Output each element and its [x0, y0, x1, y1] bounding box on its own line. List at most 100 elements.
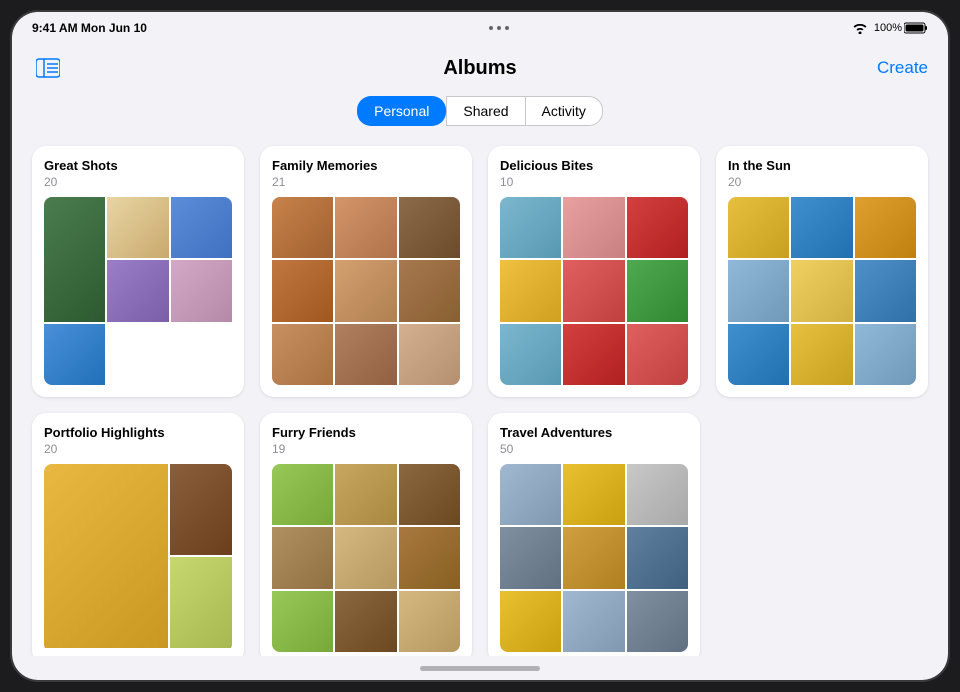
tab-shared[interactable]: Shared: [446, 96, 525, 126]
photo-cell: [627, 324, 688, 385]
main-content: Albums Create Personal Shared Activity G…: [12, 44, 948, 656]
header: Albums Create: [32, 44, 928, 96]
photo-cell: [171, 260, 232, 321]
photo-cell: [44, 324, 105, 385]
dot-3: [505, 26, 509, 30]
album-furry-friends[interactable]: Furry Friends 19: [260, 413, 472, 656]
album-title: Delicious Bites: [500, 158, 688, 173]
create-button[interactable]: Create: [877, 58, 928, 78]
photo-grid: [44, 197, 232, 385]
page-title: Albums: [443, 57, 516, 80]
albums-grid: Great Shots 20 Family Memories 21: [32, 146, 928, 656]
photo-cell: [171, 197, 232, 258]
home-indicator: [12, 656, 948, 680]
dot-2: [497, 26, 501, 30]
album-travel-adventures[interactable]: Travel Adventures 50: [488, 413, 700, 656]
album-count: 20: [44, 442, 232, 456]
sidebar-toggle-button[interactable]: [32, 52, 64, 84]
photo-cell: [500, 527, 561, 588]
photo-cell: [272, 464, 333, 525]
photo-cell: [627, 591, 688, 652]
tab-activity[interactable]: Activity: [526, 96, 603, 126]
ipad-frame: 9:41 AM Mon Jun 10 100%: [10, 10, 950, 682]
status-right: 100%: [852, 22, 928, 34]
photo-cell: [272, 324, 333, 385]
photo-cell: [335, 324, 396, 385]
status-center: [489, 26, 509, 30]
photo-cell: [855, 324, 916, 385]
album-count: 20: [728, 175, 916, 189]
photo-cell: [399, 197, 460, 258]
photo-grid: [272, 197, 460, 385]
album-count: 50: [500, 442, 688, 456]
album-title: Great Shots: [44, 158, 232, 173]
photo-cell: [272, 260, 333, 321]
photo-cell: [627, 260, 688, 321]
photo-cell: [627, 527, 688, 588]
photo-cell: [728, 197, 789, 258]
photo-grid: [272, 464, 460, 652]
tab-personal[interactable]: Personal: [357, 96, 446, 126]
album-count: 19: [272, 442, 460, 456]
photo-cell: [399, 464, 460, 525]
photo-cell: [627, 464, 688, 525]
album-count: 10: [500, 175, 688, 189]
photo-cell: [728, 324, 789, 385]
photo-cell: [500, 197, 561, 258]
tab-bar: Personal Shared Activity: [32, 96, 928, 126]
battery-icon: 100%: [874, 22, 928, 34]
photo-cell: [500, 464, 561, 525]
photo-cell: [107, 197, 168, 258]
album-portfolio-highlights[interactable]: Portfolio Highlights 20: [32, 413, 244, 656]
album-title: Family Memories: [272, 158, 460, 173]
photo-cell: [563, 464, 624, 525]
album-great-shots[interactable]: Great Shots 20: [32, 146, 244, 397]
album-count: 21: [272, 175, 460, 189]
album-title: In the Sun: [728, 158, 916, 173]
photo-cell: [399, 591, 460, 652]
album-delicious-bites[interactable]: Delicious Bites 10: [488, 146, 700, 397]
photo-cell: [272, 197, 333, 258]
photo-cell: [563, 197, 624, 258]
photo-cell: [107, 260, 168, 321]
wifi-icon: [852, 22, 868, 34]
photo-cell: [500, 260, 561, 321]
photo-cell: [399, 260, 460, 321]
photo-cell: [791, 260, 852, 321]
photo-cell: [563, 260, 624, 321]
photo-cell: [170, 464, 232, 555]
photo-grid: [500, 464, 688, 652]
home-bar: [420, 666, 540, 671]
photo-cell: [170, 557, 232, 648]
photo-cell: [791, 197, 852, 258]
ipad-screen: 9:41 AM Mon Jun 10 100%: [12, 12, 948, 680]
photo-cell: [563, 591, 624, 652]
photo-cell: [563, 527, 624, 588]
photo-grid: [728, 197, 916, 385]
status-time: 9:41 AM Mon Jun 10: [32, 21, 147, 35]
photo-cell: [500, 324, 561, 385]
album-count: 20: [44, 175, 232, 189]
album-family-memories[interactable]: Family Memories 21: [260, 146, 472, 397]
photo-cell: [335, 197, 396, 258]
album-in-the-sun[interactable]: In the Sun 20: [716, 146, 928, 397]
dot-1: [489, 26, 493, 30]
album-title: Furry Friends: [272, 425, 460, 440]
photo-cell: [44, 197, 105, 322]
sidebar-icon: [36, 56, 60, 80]
photo-cell: [399, 527, 460, 588]
photo-cell: [335, 464, 396, 525]
photo-cell: [563, 324, 624, 385]
photo-cell: [627, 197, 688, 258]
photo-cell: [335, 591, 396, 652]
photo-cell: [728, 260, 789, 321]
photo-cell: [272, 527, 333, 588]
photo-grid: [44, 464, 232, 652]
album-title: Portfolio Highlights: [44, 425, 232, 440]
album-title: Travel Adventures: [500, 425, 688, 440]
photo-cell: [335, 260, 396, 321]
photo-cell: [855, 197, 916, 258]
photo-cell: [855, 260, 916, 321]
photo-cell: [399, 324, 460, 385]
photo-grid: [500, 197, 688, 385]
